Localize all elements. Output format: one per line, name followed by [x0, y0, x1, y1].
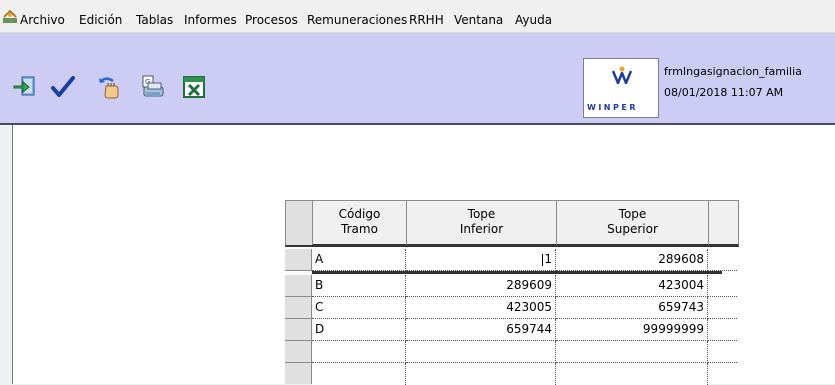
table-row[interactable]: D 659744 99999999 [285, 319, 739, 341]
cell-inferior[interactable] [406, 363, 556, 385]
row-selector[interactable] [285, 341, 312, 363]
cell-superior[interactable]: 659743 [556, 297, 708, 319]
menu-procesos[interactable]: Procesos [245, 13, 298, 27]
cell-codigo[interactable]: D [312, 319, 406, 341]
cell-codigo[interactable] [312, 341, 406, 363]
cell-filler [708, 319, 737, 341]
cell-inferior[interactable]: 659744 [406, 319, 556, 341]
cell-superior[interactable]: 423004 [556, 275, 708, 297]
row-selector[interactable] [285, 275, 312, 297]
header-inferior-line2: Inferior [459, 222, 504, 236]
header-tope-inferior[interactable]: Tope Inferior [407, 201, 557, 245]
row-selector[interactable] [285, 249, 312, 271]
table-row[interactable]: C 423005 659743 [285, 297, 739, 319]
cell-superior[interactable] [556, 363, 708, 385]
header-codigo-tramo[interactable]: Código Tramo [313, 201, 407, 245]
menu-informes[interactable]: Informes [184, 13, 237, 27]
menu-archivo[interactable]: Archivo [20, 13, 65, 27]
winper-logo: WINPER [583, 58, 659, 118]
check-icon[interactable] [50, 74, 76, 100]
header-codigo-line1: Código [338, 207, 381, 221]
row-selector[interactable] [285, 363, 312, 384]
cell-codigo[interactable]: B [312, 275, 406, 297]
cell-codigo[interactable]: C [312, 297, 406, 319]
row-selector[interactable] [285, 297, 312, 319]
data-grid: Código Tramo Tope Inferior Tope Superior… [285, 200, 739, 385]
cell-filler [708, 297, 737, 319]
winper-logo-text: WINPER [587, 103, 638, 112]
menu-bar: Archivo Edición Tablas Informes Procesos… [0, 0, 835, 33]
print-icon[interactable]: G [140, 74, 166, 100]
toolbar: G WINPER frmIngasignacion_familia 08/01/… [0, 33, 835, 125]
menu-remuneraciones[interactable]: Remuneraciones [307, 13, 407, 27]
menu-tablas[interactable]: Tablas [136, 13, 173, 27]
cell-filler [708, 341, 737, 363]
table-row[interactable] [285, 341, 739, 363]
header-inferior-line1: Tope [467, 207, 496, 221]
form-datetime: 08/01/2018 11:07 AM [664, 86, 784, 99]
cell-superior[interactable]: 289608 [556, 249, 708, 271]
cell-inferior[interactable]: 289609 [406, 275, 556, 297]
grid-header: Código Tramo Tope Inferior Tope Superior [285, 200, 739, 247]
table-row[interactable]: A 1 289608 [285, 249, 739, 271]
table-row[interactable]: B 289609 423004 [285, 275, 739, 297]
header-corner [286, 201, 313, 245]
cell-filler [708, 249, 737, 271]
cell-codigo[interactable]: A [312, 249, 406, 271]
header-superior-line1: Tope [618, 207, 647, 221]
cell-inferior-value: 1 [544, 252, 552, 266]
form-name: frmIngasignacion_familia [664, 65, 802, 78]
exit-icon[interactable] [13, 74, 39, 100]
header-tope-superior[interactable]: Tope Superior [557, 201, 709, 245]
cell-inferior[interactable] [406, 341, 556, 363]
row-selector[interactable] [285, 319, 312, 341]
undo-icon[interactable] [96, 74, 122, 100]
table-row[interactable] [285, 363, 739, 385]
cell-superior[interactable]: 99999999 [556, 319, 708, 341]
header-codigo-line2: Tramo [341, 222, 378, 236]
active-row-divider [312, 271, 722, 274]
menu-rrhh[interactable]: RRHH [409, 13, 444, 27]
app-icon[interactable] [2, 9, 18, 25]
cell-inferior[interactable]: 1 [406, 249, 556, 271]
cell-superior[interactable] [556, 341, 708, 363]
menu-ayuda[interactable]: Ayuda [515, 13, 552, 27]
menu-ventana[interactable]: Ventana [454, 13, 503, 27]
cell-filler [708, 275, 737, 297]
menu-edicion[interactable]: Edición [79, 13, 122, 27]
header-superior-line2: Superior [607, 222, 658, 236]
cell-codigo[interactable] [312, 363, 406, 385]
excel-icon[interactable] [181, 74, 207, 100]
cell-inferior[interactable]: 423005 [406, 297, 556, 319]
header-filler [709, 201, 738, 245]
winper-logo-mark [611, 66, 633, 85]
